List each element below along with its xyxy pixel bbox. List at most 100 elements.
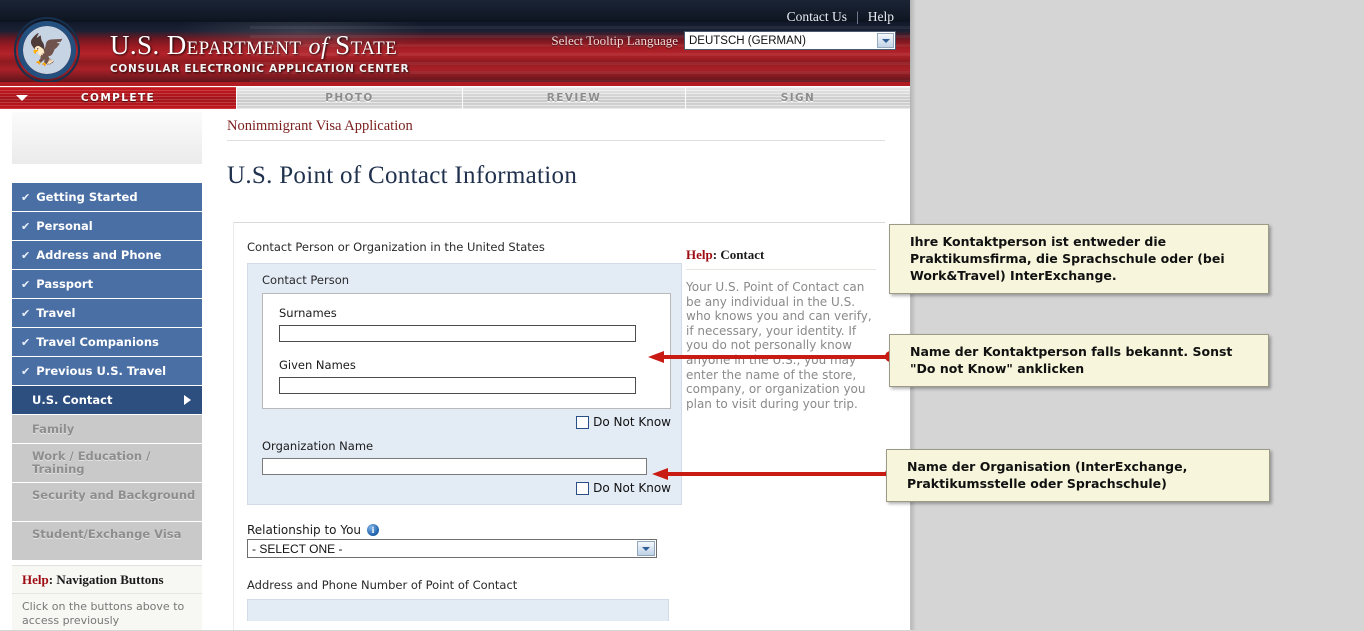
check-icon: ✔ [21, 190, 31, 204]
chevron-down-icon[interactable] [877, 33, 894, 48]
site-header: 🦅 U.S. Department of State CONSULAR ELEC… [0, 0, 910, 86]
relationship-select[interactable]: - SELECT ONE - [247, 539, 657, 558]
annotation-callout-contact-intro: Ihre Kontaktperson ist entweder die Prak… [889, 224, 1269, 294]
brand-title-post: State [335, 30, 398, 60]
check-icon: ✔ [21, 306, 31, 320]
sidebar-help-title: Help: Navigation Buttons [12, 566, 202, 594]
do-not-know-label-organization: Do Not Know [593, 481, 671, 495]
tab-complete-label: COMPLETE [80, 92, 156, 104]
check-icon: ✔ [21, 277, 31, 291]
sidebar-item-label: Getting Started [36, 190, 138, 204]
address-section-label: Address and Phone Number of Point of Con… [247, 578, 518, 592]
contact-us-link[interactable]: Contact Us [787, 9, 847, 24]
relationship-label: Relationship to You [247, 523, 362, 537]
do-not-know-row-person: Do Not Know [262, 415, 671, 429]
sidebar-help-body: Click on the buttons above to access pre… [22, 600, 185, 627]
sidebar-item-label: Personal [36, 219, 93, 233]
do-not-know-checkbox-organization[interactable] [576, 481, 590, 495]
tab-review[interactable]: REVIEW [463, 87, 686, 109]
annotation-arrow-contact-person [648, 350, 896, 363]
tooltip-language-label: Select Tooltip Language [551, 32, 678, 48]
do-not-know-label-person: Do Not Know [593, 415, 671, 429]
tab-photo[interactable]: PHOTO [237, 87, 463, 109]
link-separator: | [856, 9, 859, 24]
header-red-rule [0, 82, 910, 86]
header-top-band [0, 0, 910, 22]
chevron-down-icon[interactable] [637, 541, 655, 556]
check-icon: ✔ [21, 219, 31, 233]
given-names-input[interactable] [279, 377, 636, 394]
organization-field-group: Organization Name [262, 439, 671, 475]
page-title: U.S. Point of Contact Information [227, 162, 578, 189]
brand-title-pre: U.S. Department [110, 30, 302, 60]
tab-review-label: REVIEW [546, 92, 602, 104]
department-of-state-seal-icon: 🦅 [14, 17, 80, 83]
sidebar-item-personal[interactable]: ✔ Personal [12, 212, 202, 240]
sidebar-item-label: Security and Background [32, 488, 196, 502]
sidebar-item-student-exchange-visa[interactable]: Student/Exchange Visa [12, 522, 202, 560]
given-names-label: Given Names [279, 358, 356, 372]
brand-title: U.S. Department of State [110, 30, 409, 61]
sidebar-item-getting-started[interactable]: ✔ Getting Started [12, 183, 202, 211]
sidebar-item-label: Travel Companions [36, 335, 159, 349]
do-not-know-checkbox-person[interactable] [576, 415, 590, 429]
tooltip-language-selector: Select Tooltip Language DEUTSCH (GERMAN) [551, 31, 896, 50]
tab-complete[interactable]: COMPLETE [0, 87, 237, 109]
tab-sign[interactable]: SIGN [686, 87, 910, 109]
sidebar-item-travel[interactable]: ✔ Travel [12, 299, 202, 327]
info-icon[interactable]: i [367, 524, 380, 536]
check-icon: ✔ [21, 335, 31, 349]
address-section-panel [247, 599, 669, 621]
relationship-field-group: Relationship to You i - SELECT ONE - [247, 523, 682, 558]
tooltip-language-select[interactable]: DEUTSCH (GERMAN) [684, 31, 896, 50]
tab-photo-label: PHOTO [325, 92, 374, 104]
sidebar-item-label: U.S. Contact [32, 393, 113, 407]
sidebar-item-travel-companions[interactable]: ✔ Travel Companions [12, 328, 202, 356]
organization-input[interactable] [262, 458, 647, 475]
brand-subtitle: CONSULAR ELECTRONIC APPLICATION CENTER [110, 63, 410, 75]
relationship-value: - SELECT ONE - [252, 541, 343, 556]
help-panel-contact: Help: Contact Your U.S. Point of Contact… [686, 247, 876, 411]
site-brand: U.S. Department of State CONSULAR ELECTR… [110, 30, 409, 75]
seal-eagle-icon: 🦅 [28, 33, 66, 69]
sidebar-item-previous-us-travel[interactable]: ✔ Previous U.S. Travel [12, 357, 202, 385]
sidebar-item-family[interactable]: Family [12, 415, 202, 443]
name-fields-box: Surnames Given Names [262, 293, 671, 409]
sidebar-item-address-and-phone[interactable]: ✔ Address and Phone [12, 241, 202, 269]
tab-sign-label: SIGN [780, 92, 816, 104]
sidebar-item-passport[interactable]: ✔ Passport [12, 270, 202, 298]
check-icon: ✔ [21, 364, 31, 378]
tooltip-language-value: DEUTSCH (GERMAN) [689, 34, 806, 47]
section-label: Contact Person or Organization in the Un… [247, 240, 545, 254]
progress-tabs: COMPLETE PHOTO REVIEW SIGN [0, 87, 910, 109]
triangle-down-icon [16, 95, 28, 101]
field-spacer [279, 342, 656, 358]
sidebar-top-panel [12, 112, 202, 164]
sidebar-item-label: Address and Phone [36, 248, 162, 262]
sidebar-item-us-contact[interactable]: U.S. Contact [12, 386, 202, 414]
form-card: Contact Person or Organization in the Un… [233, 222, 911, 631]
annotation-callout-organization: Name der Organisation (InterExchange, Pr… [886, 449, 1270, 502]
help-link[interactable]: Help [868, 9, 894, 24]
annotation-callout-contact-person: Name der Kontaktperson falls bekannt. So… [889, 334, 1269, 387]
organization-label: Organization Name [262, 439, 374, 453]
sidebar-item-label: Travel [36, 306, 76, 320]
contact-person-label: Contact Person [262, 273, 350, 287]
help-panel-keyword: Help [686, 247, 713, 262]
annotation-arrow-organization [652, 467, 896, 480]
form-column: Contact Person or Organization in the Un… [247, 223, 682, 621]
sidebar-navigation: ✔ Getting Started ✔ Personal ✔ Address a… [12, 183, 202, 561]
contact-person-group: Contact Person Surnames Given Names Do N… [247, 263, 682, 505]
sidebar-item-work-education-training[interactable]: Work / Education / Training [12, 444, 202, 482]
surnames-input[interactable] [279, 325, 636, 342]
breadcrumb: Nonimmigrant Visa Application [227, 118, 885, 141]
sidebar-item-label: Passport [36, 277, 94, 291]
brand-title-of: of [308, 34, 329, 60]
application-page: 🦅 U.S. Department of State CONSULAR ELEC… [0, 0, 911, 631]
sidebar-item-security-and-background[interactable]: Security and Background [12, 483, 202, 521]
check-icon: ✔ [21, 248, 31, 262]
sidebar-item-label: Family [32, 422, 75, 436]
chevron-right-icon [184, 395, 191, 405]
sidebar-item-label: Previous U.S. Travel [36, 364, 167, 378]
sidebar-help-title-rest: : Navigation Buttons [48, 572, 164, 587]
